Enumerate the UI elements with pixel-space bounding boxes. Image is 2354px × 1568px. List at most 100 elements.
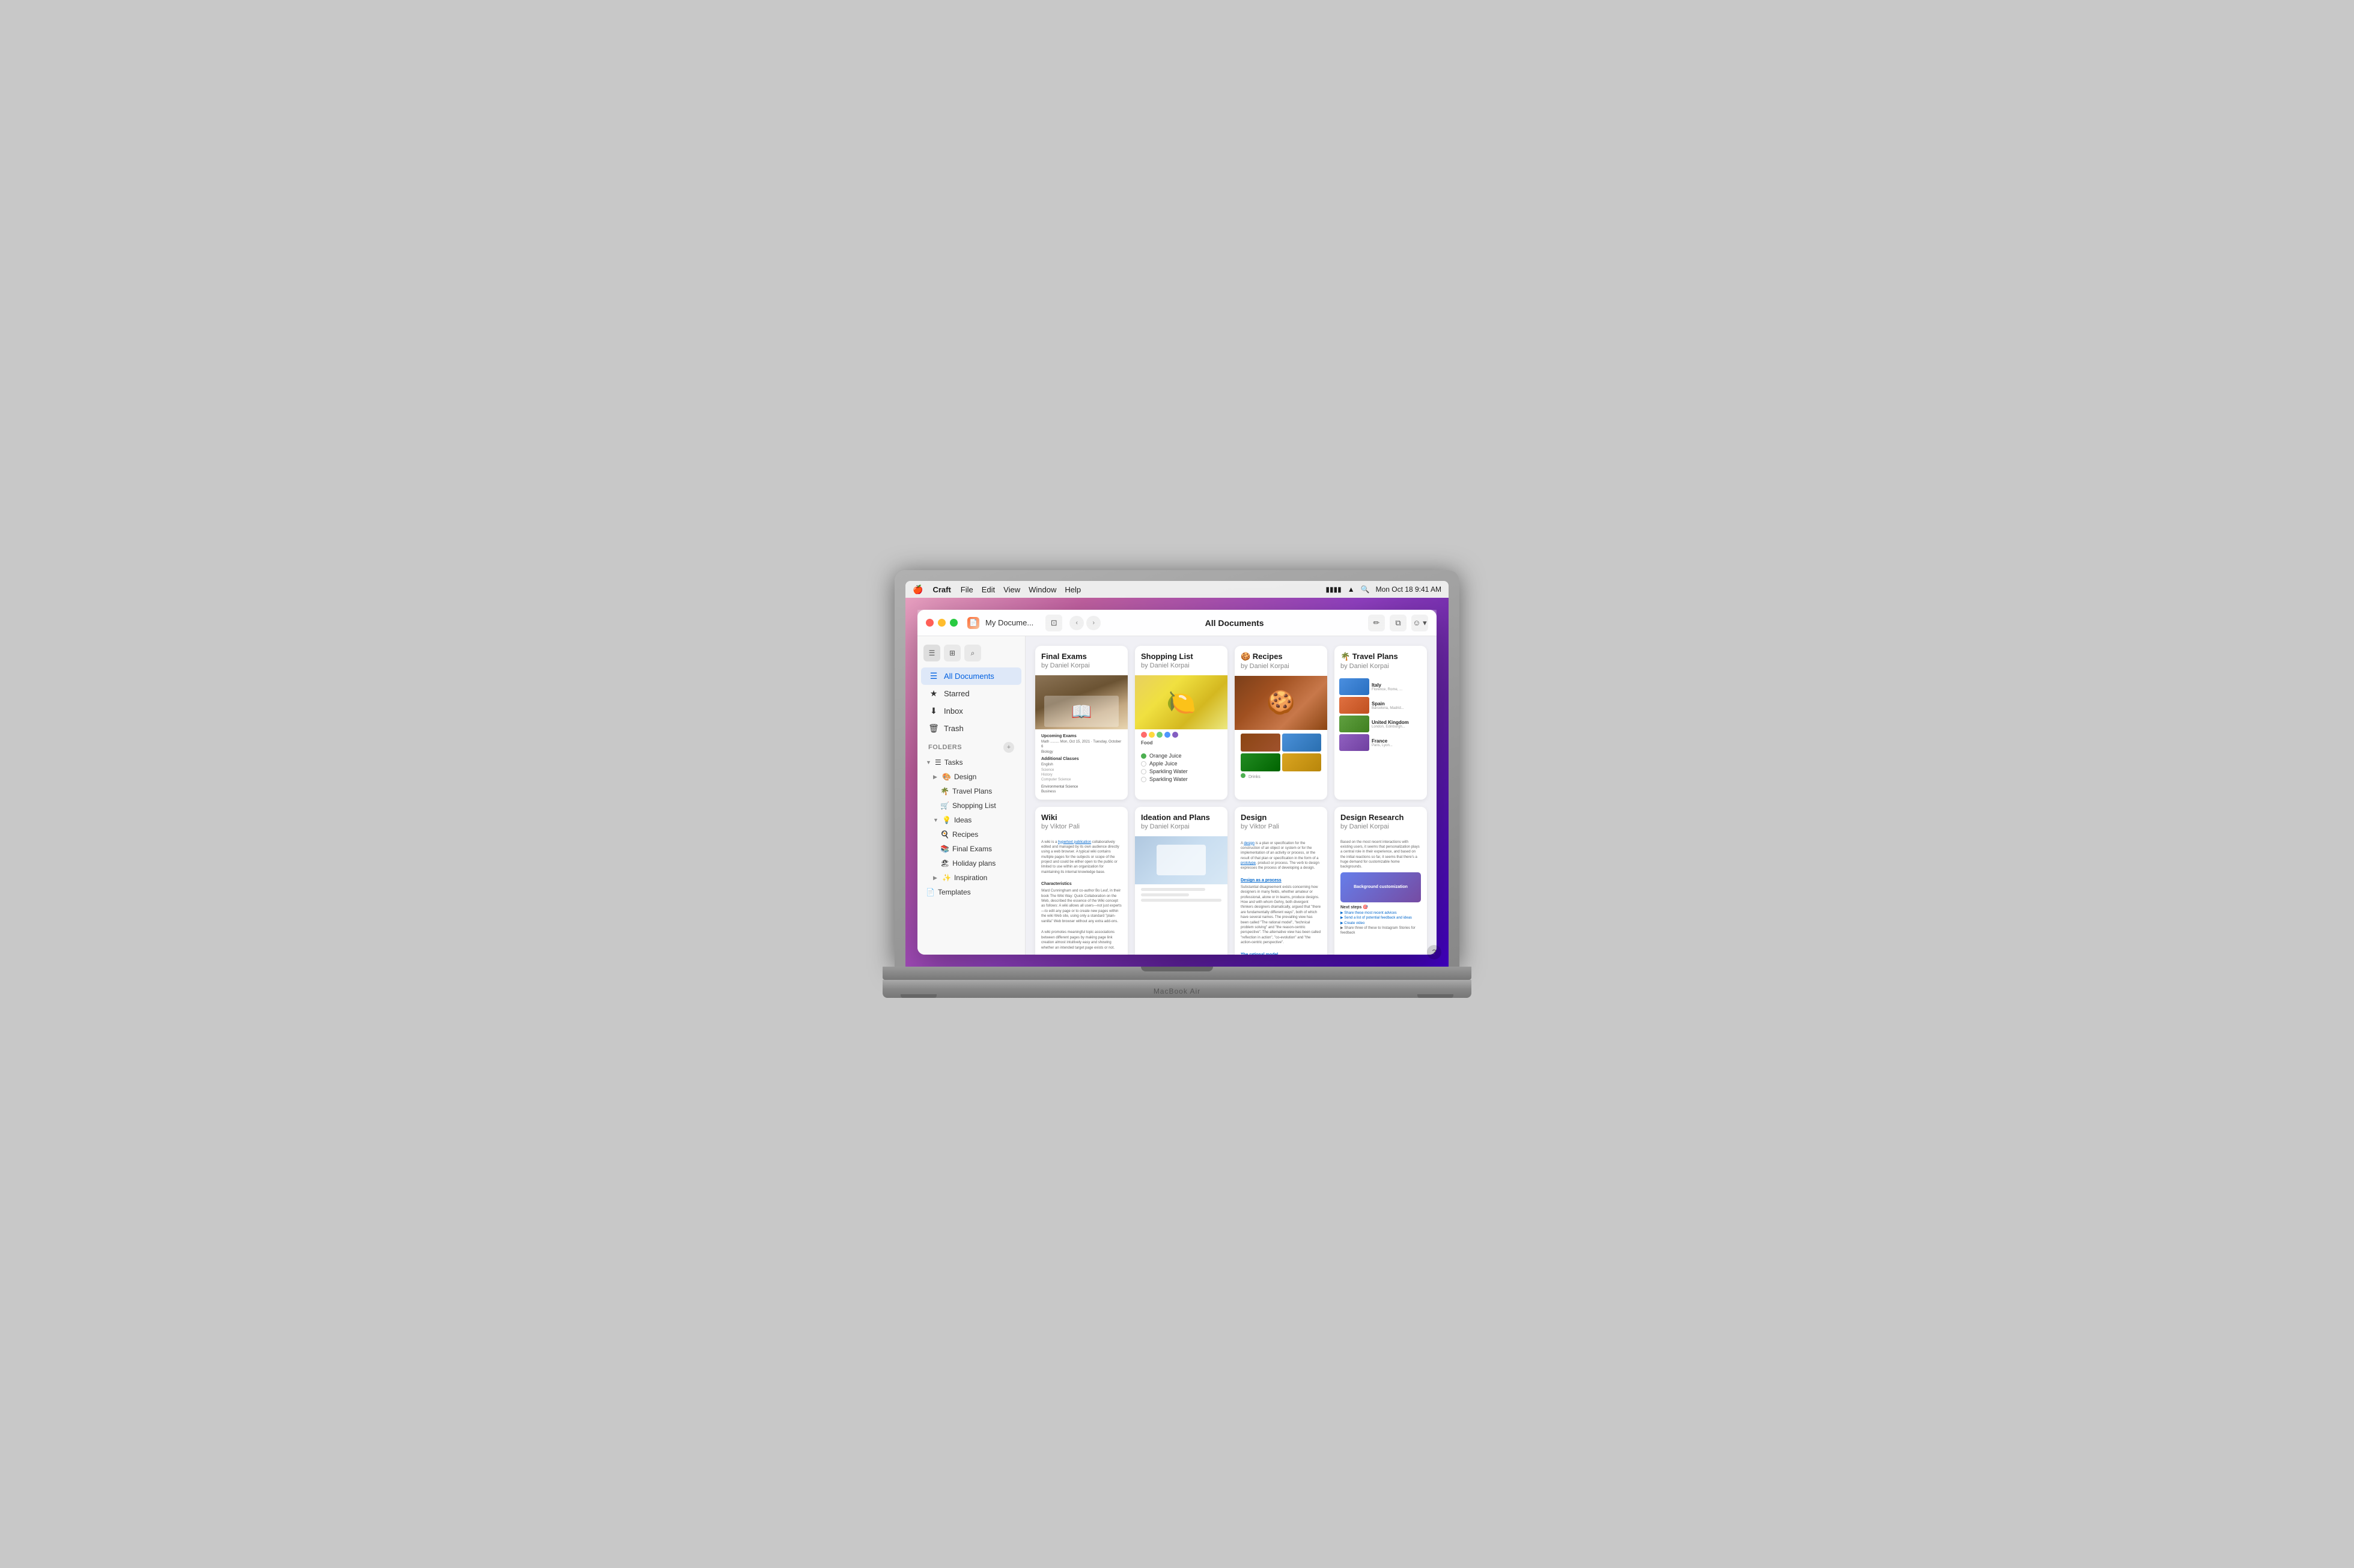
trash-icon: 🗑	[928, 723, 939, 734]
doc-card-shopping-list[interactable]: Shopping List by Daniel Korpai 🍋	[1135, 646, 1227, 800]
nav-forward-button[interactable]: ›	[1086, 616, 1101, 630]
battery-icon: ▮▮▮▮	[1325, 585, 1341, 594]
minimize-button[interactable]	[938, 619, 946, 627]
exams-label: Final Exams	[952, 845, 992, 853]
inspiration-expand-icon: ▶	[933, 875, 940, 881]
design-header: Design by Viktor Pali	[1235, 807, 1327, 836]
checkbox-2[interactable]	[1141, 761, 1146, 767]
ideation-author: by Daniel Korpai	[1141, 823, 1221, 830]
inbox-label: Inbox	[944, 707, 963, 716]
menubar-left: 🍎 Craft File Edit View Window Help	[913, 585, 1316, 595]
doc-card-design[interactable]: Design by Viktor Pali A design is a plan…	[1235, 807, 1327, 955]
wiki-title: Wiki	[1041, 813, 1122, 822]
macbook-bottom	[883, 967, 1471, 980]
desktop: 📄 My Docume... ⊡ ‹ › All Documents ✏ ⧉ ☺	[905, 598, 1449, 967]
menubar-items: File Edit View Window Help	[961, 585, 1081, 594]
macbook-wrapper: 🍎 Craft File Edit View Window Help ▮▮▮▮ …	[883, 570, 1471, 998]
doc-card-ideation[interactable]: Ideation and Plans by Daniel Korpai	[1135, 807, 1227, 955]
menu-view[interactable]: View	[1003, 585, 1020, 594]
copy-button[interactable]: ⧉	[1390, 615, 1407, 631]
window-body: ☰ ⊞ ⌕ ☰ All Documents ★ Starred	[917, 636, 1437, 955]
doc-card-design-research[interactable]: Design Research by Daniel Korpai Based o…	[1334, 807, 1427, 955]
exams-icon: 📚	[940, 845, 949, 853]
templates-label: Templates	[938, 888, 971, 896]
tree-item-travel-plans[interactable]: 🌴 Travel Plans	[921, 785, 1021, 798]
dest-france: France	[1372, 738, 1393, 744]
travel-destinations: Italy Florence, Rome, ... Spain	[1334, 676, 1427, 753]
window-actions-right: ✏ ⧉ ☺ ▾	[1368, 615, 1428, 631]
tree-item-tasks[interactable]: ▼ ☰ Tasks	[921, 756, 1021, 769]
maximize-button[interactable]	[950, 619, 958, 627]
folders-title: Folders	[928, 744, 962, 751]
calendar-view-button[interactable]: ⊞	[944, 645, 961, 661]
search-menubar-icon[interactable]: 🔍	[1361, 585, 1370, 594]
main-content: Final Exams by Daniel Korpai 📖	[1026, 636, 1437, 955]
menu-window[interactable]: Window	[1029, 585, 1056, 594]
list-view-button[interactable]: ☰	[923, 645, 940, 661]
foot-left	[901, 994, 937, 998]
sidebar: ☰ ⊞ ⌕ ☰ All Documents ★ Starred	[917, 636, 1026, 955]
tree-item-final-exams[interactable]: 📚 Final Exams	[921, 842, 1021, 855]
recipes-title: 🍪 Recipes	[1241, 652, 1321, 661]
tasks-expand-icon: ▼	[926, 759, 933, 765]
recipes-icon: 🍳	[940, 830, 949, 839]
sidebar-item-trash[interactable]: 🗑 Trash	[921, 720, 1021, 737]
tree-item-inspiration[interactable]: ▶ ✨ Inspiration	[921, 871, 1021, 884]
ideation-title: Ideation and Plans	[1141, 813, 1221, 822]
doc-card-recipes[interactable]: 🍪 Recipes by Daniel Korpai 🍪	[1235, 646, 1327, 800]
travel-plans-header: 🌴 Travel Plans by Daniel Korpai	[1334, 646, 1427, 676]
checkbox-1[interactable]	[1141, 753, 1146, 759]
holiday-icon: 🏖	[940, 859, 949, 868]
documents-grid: Final Exams by Daniel Korpai 📖	[1026, 636, 1437, 955]
tasks-label: Tasks	[944, 758, 963, 767]
design-research-content: Based on the most recent interactions wi…	[1334, 836, 1427, 940]
wifi-icon: ▲	[1348, 585, 1355, 594]
macos-menubar: 🍎 Craft File Edit View Window Help ▮▮▮▮ …	[905, 581, 1449, 598]
tree-item-recipes[interactable]: 🍳 Recipes	[921, 828, 1021, 841]
final-exams-author: by Daniel Korpai	[1041, 662, 1122, 669]
app-name-menu[interactable]: Craft	[932, 585, 950, 594]
all-docs-label: All Documents	[944, 672, 994, 681]
nav-back-button[interactable]: ‹	[1069, 616, 1084, 630]
dest-uk: United Kingdom	[1372, 720, 1409, 725]
macbook-label: MacBook Air	[1154, 987, 1200, 995]
sidebar-search-button[interactable]: ⌕	[964, 645, 981, 661]
sidebar-toggle-btn[interactable]: ⊡	[1045, 615, 1062, 631]
tree-item-ideas[interactable]: ▼ 💡 Ideas	[921, 813, 1021, 827]
doc-card-travel-plans[interactable]: 🌴 Travel Plans by Daniel Korpai Italy	[1334, 646, 1427, 800]
check-label-1: Orange Juice	[1149, 753, 1182, 759]
sidebar-item-all-documents[interactable]: ☰ All Documents	[921, 667, 1021, 685]
macbook-screen: 🍎 Craft File Edit View Window Help ▮▮▮▮ …	[895, 570, 1459, 967]
shopping-list-header: Shopping List by Daniel Korpai	[1135, 646, 1227, 675]
close-button[interactable]	[926, 619, 934, 627]
apple-menu[interactable]: 🍎	[913, 585, 923, 595]
check-item-1: Orange Juice	[1141, 753, 1221, 759]
starred-label: Starred	[944, 689, 970, 698]
ideas-label: Ideas	[954, 816, 972, 824]
add-folder-button[interactable]: +	[1003, 742, 1014, 753]
ideas-icon: 💡	[942, 816, 951, 824]
menu-edit[interactable]: Edit	[982, 585, 995, 594]
menu-help[interactable]: Help	[1065, 585, 1081, 594]
sidebar-item-inbox[interactable]: ⬇ Inbox	[921, 702, 1021, 720]
all-docs-icon: ☰	[928, 671, 939, 681]
doc-card-wiki[interactable]: Wiki by Viktor Pali A wiki is a hypertex…	[1035, 807, 1128, 955]
wiki-author: by Viktor Pali	[1041, 823, 1122, 830]
design-title: Design	[1241, 813, 1321, 822]
share-button[interactable]: ☺ ▾	[1411, 615, 1428, 631]
starred-icon: ★	[928, 688, 939, 699]
checkbox-3[interactable]	[1141, 769, 1146, 774]
checkbox-4[interactable]	[1141, 777, 1146, 782]
dest-spain: Spain	[1372, 701, 1404, 707]
final-exams-title: Final Exams	[1041, 652, 1122, 661]
tree-item-templates[interactable]: 📄 Templates	[921, 886, 1021, 899]
ideation-thumbnail	[1135, 836, 1227, 884]
menu-file[interactable]: File	[961, 585, 973, 594]
tree-item-holiday-plans[interactable]: 🏖 Holiday plans	[921, 857, 1021, 870]
doc-card-final-exams[interactable]: Final Exams by Daniel Korpai 📖	[1035, 646, 1128, 800]
tree-item-shopping-list[interactable]: 🛒 Shopping List	[921, 799, 1021, 812]
sidebar-item-starred[interactable]: ★ Starred	[921, 685, 1021, 702]
new-document-button[interactable]: ✏	[1368, 615, 1385, 631]
design-label: Design	[954, 773, 976, 781]
tree-item-design[interactable]: ▶ 🎨 Design	[921, 770, 1021, 783]
